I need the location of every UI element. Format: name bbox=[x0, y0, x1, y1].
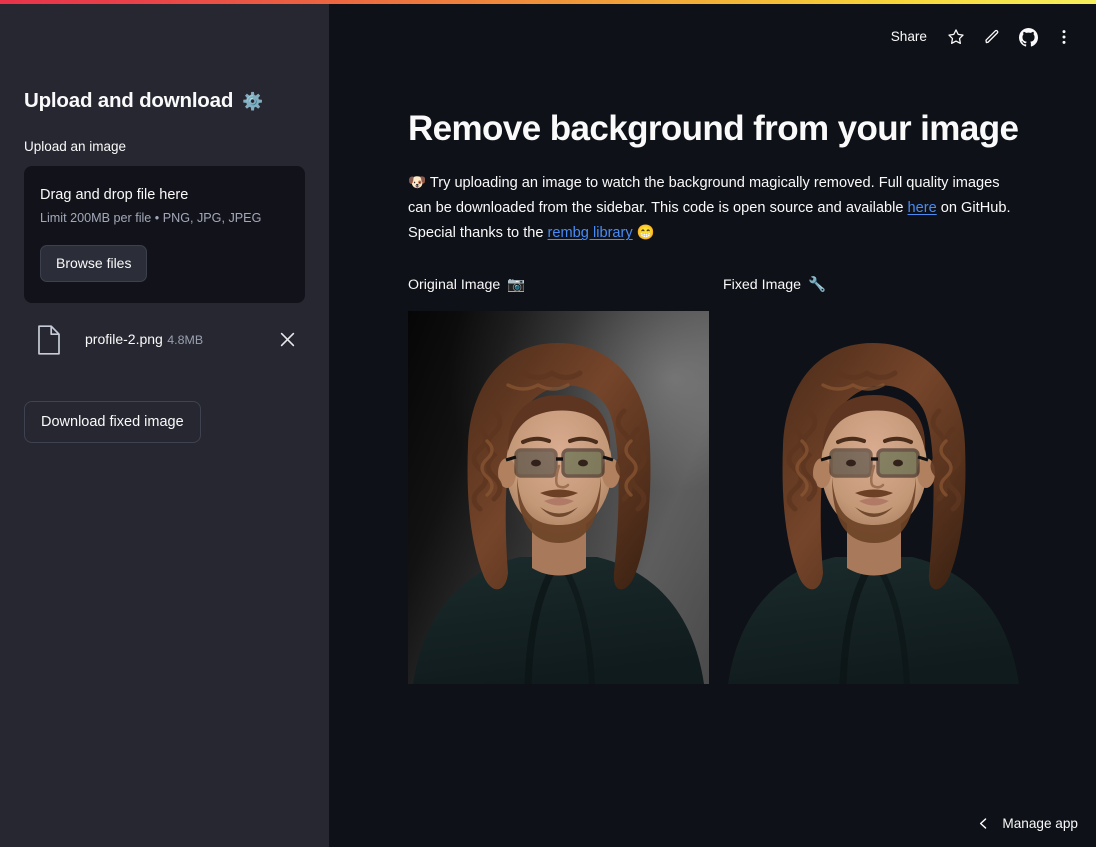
fixed-image bbox=[723, 311, 1024, 685]
image-comparison: Original Image 📷 Fixed Image 🔧 bbox=[408, 275, 1028, 685]
upload-image-label: Upload an image bbox=[24, 138, 127, 154]
uploaded-file-name: profile-2.png bbox=[85, 331, 163, 348]
dog-emoji: 🐶 bbox=[408, 175, 427, 192]
overflow-menu-icon[interactable] bbox=[1049, 22, 1079, 52]
manage-app-label: Manage app bbox=[1002, 815, 1078, 831]
uploaded-file-size: 4.8MB bbox=[167, 333, 204, 348]
main-content: Share Remove background from your image … bbox=[329, 0, 1096, 847]
page-content: Remove background from your image 🐶 Try … bbox=[408, 0, 1028, 685]
download-fixed-image-button[interactable]: Download fixed image bbox=[24, 400, 201, 444]
gear-icon: ⚙️ bbox=[242, 91, 264, 111]
original-image-caption: Original Image 📷 bbox=[408, 275, 709, 297]
page-title: Remove background from your image bbox=[408, 109, 1019, 148]
top-gradient-bar bbox=[0, 0, 1096, 4]
grin-emoji: 😁 bbox=[636, 225, 655, 242]
dropzone-title: Drag and drop file here bbox=[40, 186, 189, 203]
uploaded-file-meta: profile-2.png 4.8MB bbox=[85, 330, 273, 349]
original-image-column: Original Image 📷 bbox=[408, 275, 709, 685]
page-description: 🐶 Try uploading an image to watch the ba… bbox=[408, 171, 1015, 246]
fixed-image-column: Fixed Image 🔧 bbox=[723, 275, 1024, 685]
chevron-left-icon bbox=[977, 817, 990, 830]
close-icon[interactable] bbox=[273, 326, 301, 354]
sidebar-title: Upload and download ⚙️ bbox=[24, 88, 305, 115]
original-image-caption-text: Original Image bbox=[408, 276, 501, 293]
fixed-image-caption-text: Fixed Image bbox=[723, 276, 802, 293]
document-icon bbox=[36, 325, 62, 355]
sidebar-title-text: Upload and download bbox=[24, 89, 234, 112]
original-image bbox=[408, 311, 709, 685]
manage-app-button[interactable]: Manage app bbox=[977, 814, 1078, 833]
github-here-link[interactable]: here bbox=[908, 200, 937, 216]
app-root: Upload and download ⚙️ Upload an image D… bbox=[0, 0, 1096, 847]
browse-files-button[interactable]: Browse files bbox=[40, 244, 148, 283]
camera-icon: 📷 bbox=[507, 276, 526, 293]
file-dropzone[interactable]: Drag and drop file here Limit 200MB per … bbox=[24, 165, 305, 303]
wrench-icon: 🔧 bbox=[808, 276, 827, 293]
fixed-image-caption: Fixed Image 🔧 bbox=[723, 275, 1024, 297]
uploaded-file-row: profile-2.png 4.8MB bbox=[24, 318, 305, 362]
sidebar: Upload and download ⚙️ Upload an image D… bbox=[0, 0, 329, 847]
dropzone-hint: Limit 200MB per file • PNG, JPG, JPEG bbox=[40, 210, 262, 225]
rembg-library-link[interactable]: rembg library bbox=[548, 225, 633, 241]
